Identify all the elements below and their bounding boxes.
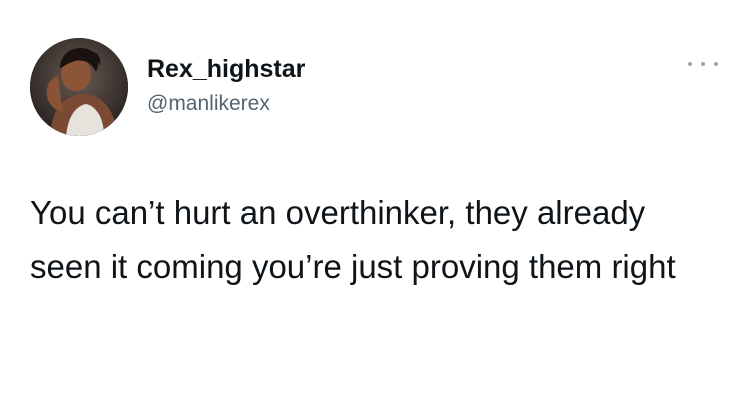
more-dot — [688, 62, 692, 66]
avatar[interactable] — [30, 38, 128, 136]
more-dot — [714, 62, 718, 66]
more-options-icon[interactable] — [688, 58, 718, 70]
user-handle[interactable]: @manlikerex — [147, 91, 270, 117]
more-dot — [701, 62, 705, 66]
display-name[interactable]: Rex_highstar — [147, 54, 305, 84]
tweet-card: Rex_highstar @manlikerex You can’t hurt … — [0, 0, 740, 414]
tweet-text: You can’t hurt an overthinker, they alre… — [30, 194, 676, 285]
avatar-photo-icon — [30, 38, 128, 136]
